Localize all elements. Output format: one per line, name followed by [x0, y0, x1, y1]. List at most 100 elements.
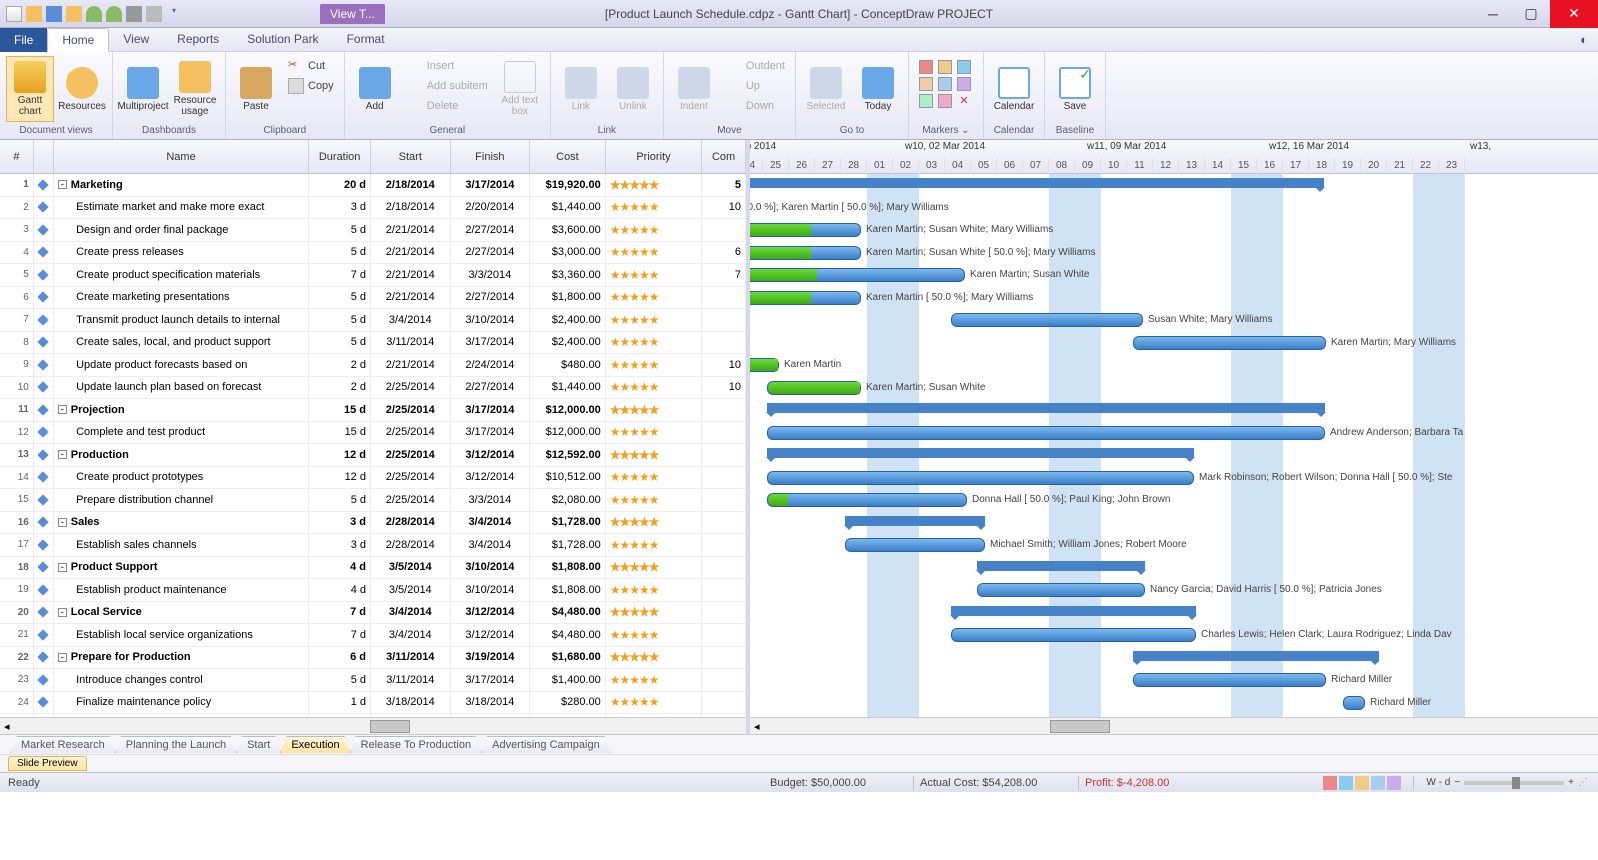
- table-row[interactable]: 20-Local Service7 d3/4/20143/12/2014$4,4…: [0, 602, 746, 625]
- menu-tab-home[interactable]: Home: [47, 28, 109, 52]
- zoom-slider[interactable]: [1464, 781, 1564, 785]
- table-row[interactable]: 1-Marketing20 d2/18/20143/17/2014$19,920…: [0, 174, 746, 197]
- outdent-button[interactable]: Outdent: [722, 56, 789, 76]
- col-finish[interactable]: Finish: [451, 140, 531, 173]
- qat-icon[interactable]: [66, 6, 82, 22]
- file-menu[interactable]: File: [0, 28, 47, 52]
- maximize-button[interactable]: ▢: [1512, 0, 1550, 28]
- unlink-button[interactable]: Unlink: [609, 56, 657, 122]
- gantt-bar[interactable]: Karen Martin: [750, 358, 779, 372]
- view-icons[interactable]: [1323, 776, 1401, 790]
- table-row[interactable]: 18-Product Support4 d3/5/20143/10/2014$1…: [0, 557, 746, 580]
- gantt-bar[interactable]: Karen Martin; Susan White [ 50.0 %]; Mar…: [750, 246, 861, 260]
- gantt-bar[interactable]: Richard Miller: [1133, 673, 1326, 687]
- delete-marker-icon[interactable]: ✕: [957, 94, 971, 108]
- gantt-bar[interactable]: Karen Martin [ 50.0 %]; Mary Williams: [750, 291, 861, 305]
- add-subitem-button[interactable]: Add subitem: [403, 76, 492, 96]
- gantt-bar[interactable]: [767, 403, 1325, 413]
- resource-usage-button[interactable]: Resource usage: [171, 56, 219, 122]
- table-row[interactable]: 7 Transmit product launch details to int…: [0, 309, 746, 332]
- contextual-tab[interactable]: View T...: [320, 4, 385, 24]
- selected-button[interactable]: Selected: [802, 56, 850, 122]
- markers-palette[interactable]: ✕: [915, 56, 977, 112]
- gantt-bar[interactable]: [977, 561, 1145, 571]
- gantt-bar[interactable]: Mark Robinson; Robert Wilson; Donna Hall…: [767, 471, 1194, 485]
- timeline-header[interactable]: 23 Feb 2014w10, 02 Mar 2014w11, 09 Mar 2…: [750, 140, 1598, 174]
- table-row[interactable]: 22-Prepare for Production6 d3/11/20143/1…: [0, 647, 746, 670]
- gantt-bar[interactable]: Andrew Anderson; Barbara Ta: [767, 426, 1325, 440]
- table-row[interactable]: 13-Production12 d2/25/20143/12/2014$12,5…: [0, 444, 746, 467]
- table-row[interactable]: 11-Projection15 d2/25/20143/17/2014$12,0…: [0, 399, 746, 422]
- cut-button[interactable]: ✂Cut: [284, 56, 338, 76]
- table-row[interactable]: 15 Prepare distribution channel5 d2/25/2…: [0, 489, 746, 512]
- sheet-tab[interactable]: Start: [236, 736, 281, 753]
- gantt-bar[interactable]: [767, 448, 1194, 458]
- down-button[interactable]: Down: [722, 96, 789, 116]
- col-start[interactable]: Start: [371, 140, 451, 173]
- preview-icon[interactable]: [146, 6, 162, 22]
- sheet-tab[interactable]: Advertising Campaign: [481, 736, 611, 753]
- redo-icon[interactable]: [106, 6, 122, 22]
- sheet-tab[interactable]: Market Research: [10, 736, 116, 753]
- slide-preview-tab[interactable]: Slide Preview: [8, 756, 87, 771]
- resize-grip-icon[interactable]: ⋰: [1578, 777, 1588, 788]
- sheet-tab[interactable]: Planning the Launch: [115, 736, 237, 753]
- qat-dropdown-icon[interactable]: ▾: [166, 6, 182, 22]
- print-icon[interactable]: [126, 6, 142, 22]
- multiproject-button[interactable]: Multiproject: [119, 56, 167, 122]
- table-row[interactable]: 8 Create sales, local, and product suppo…: [0, 332, 746, 355]
- delete-button[interactable]: Delete: [403, 96, 492, 116]
- grid-hscroll[interactable]: ◂: [0, 717, 746, 734]
- gantt-bar[interactable]: Michael Smith; William Jones; Robert Moo…: [845, 538, 985, 552]
- add-text-box-button[interactable]: Add text box: [496, 56, 544, 122]
- table-row[interactable]: 12 Complete and test product15 d2/25/201…: [0, 422, 746, 445]
- col-num[interactable]: #: [0, 140, 34, 173]
- table-row[interactable]: 19 Establish product maintenance4 d3/5/2…: [0, 579, 746, 602]
- table-row[interactable]: 24 Finalize maintenance policy1 d3/18/20…: [0, 692, 746, 715]
- col-name[interactable]: Name: [54, 140, 310, 173]
- open-icon[interactable]: [26, 6, 42, 22]
- menu-tab-view[interactable]: View: [109, 28, 163, 52]
- gantt-bar[interactable]: [1133, 651, 1379, 661]
- today-button[interactable]: Today: [854, 56, 902, 122]
- table-row[interactable]: 17 Establish sales channels3 d2/28/20143…: [0, 534, 746, 557]
- gantt-bar[interactable]: Nancy Garcia; David Harris [ 50.0 %]; Pa…: [977, 583, 1145, 597]
- new-icon[interactable]: [6, 6, 22, 22]
- sheet-tab[interactable]: Release To Production: [350, 736, 482, 753]
- gantt-bar[interactable]: Donna Hall [ 50.0 %]; Paul King; John Br…: [767, 493, 967, 507]
- col-indicator[interactable]: [34, 140, 54, 173]
- table-row[interactable]: 2 Estimate market and make more exact3 d…: [0, 197, 746, 220]
- col-cost[interactable]: Cost: [530, 140, 606, 173]
- table-row[interactable]: 5 Create product specification materials…: [0, 264, 746, 287]
- copy-button[interactable]: Copy: [284, 76, 338, 96]
- zoom-in-icon[interactable]: +: [1568, 777, 1574, 788]
- table-row[interactable]: 14 Create product prototypes12 d2/25/201…: [0, 467, 746, 490]
- menu-tab-solution-park[interactable]: Solution Park: [233, 28, 332, 52]
- gantt-bar[interactable]: Karen Martin; Susan White: [750, 268, 965, 282]
- gantt-chart-button[interactable]: Gantt chart: [6, 56, 54, 122]
- gantt-bar[interactable]: Charles Lewis; Helen Clark; Laura Rodrig…: [951, 628, 1196, 642]
- table-row[interactable]: 3 Design and order final package5 d2/21/…: [0, 219, 746, 242]
- gantt-bar[interactable]: Susan White; Mary Williams: [951, 313, 1143, 327]
- gantt-bar[interactable]: Richard Miller: [1343, 696, 1365, 710]
- up-button[interactable]: Up: [722, 76, 789, 96]
- gantt-bar[interactable]: [845, 516, 985, 526]
- table-row[interactable]: 6 Create marketing presentations5 d2/21/…: [0, 287, 746, 310]
- save-baseline-button[interactable]: ✓Save: [1051, 56, 1099, 122]
- table-row[interactable]: 4 Create press releases5 d2/21/20142/27/…: [0, 242, 746, 265]
- gantt-body[interactable]: 50.0 %]; Karen Martin [ 50.0 %]; Mary Wi…: [750, 174, 1598, 734]
- gantt-bar[interactable]: Karen Martin; Susan White; Mary Williams: [750, 223, 861, 237]
- sheet-tab[interactable]: Execution: [280, 736, 350, 753]
- calendar-button[interactable]: Calendar: [990, 56, 1038, 122]
- col-complete[interactable]: Com: [702, 140, 746, 173]
- gantt-hscroll[interactable]: ◂: [750, 717, 1598, 734]
- link-button[interactable]: Link: [557, 56, 605, 122]
- resources-button[interactable]: Resources: [58, 56, 106, 122]
- table-row[interactable]: 21 Establish local service organizations…: [0, 624, 746, 647]
- minimize-button[interactable]: ─: [1474, 0, 1512, 28]
- help-icon[interactable]: ◐: [1580, 32, 1588, 47]
- table-row[interactable]: 23 Introduce changes control5 d3/11/2014…: [0, 669, 746, 692]
- paste-button[interactable]: Paste: [232, 56, 280, 122]
- zoom-out-icon[interactable]: −: [1454, 777, 1460, 788]
- gantt-bar[interactable]: Karen Martin; Mary Williams: [1133, 336, 1326, 350]
